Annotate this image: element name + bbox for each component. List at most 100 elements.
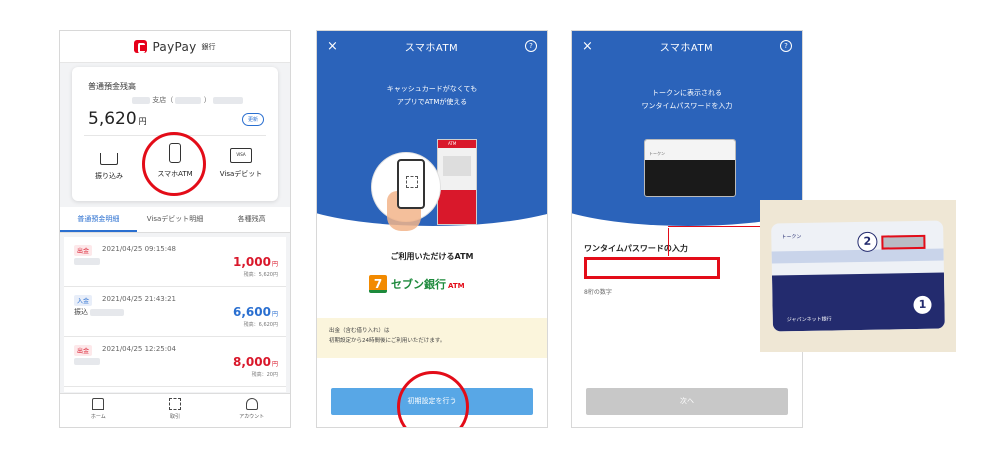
screen-title: スマホATM bbox=[404, 42, 459, 54]
txn-type-badge: 出金 bbox=[74, 245, 93, 256]
branch-close: ） bbox=[203, 96, 211, 104]
txn-desc: 振込 bbox=[74, 307, 125, 317]
bottom-navigation: ホーム 取引 アカウント bbox=[60, 393, 290, 427]
notice-line-1: 出金（含む借り入れ）は bbox=[329, 328, 390, 334]
nav-label: ホーム bbox=[90, 414, 106, 420]
nav-account[interactable]: アカウント bbox=[213, 394, 290, 427]
otp-hint: 8桁の数字 bbox=[584, 289, 612, 296]
headline-1: トークンに表示される bbox=[652, 89, 722, 97]
txn-date: 2021/04/25 12:25:04 bbox=[102, 345, 177, 353]
token-label: トークン bbox=[781, 233, 802, 241]
txn-amount: 8,000円 bbox=[233, 355, 278, 369]
seven-atm-text: ATM bbox=[448, 282, 465, 290]
token-card-top: トークン bbox=[645, 140, 735, 160]
help-icon[interactable]: ? bbox=[779, 40, 792, 52]
tab-ordinary-deposit[interactable]: 普通預金明細 bbox=[60, 207, 137, 232]
refresh-button[interactable]: 更新 bbox=[241, 113, 264, 126]
visa-debit-button[interactable]: VISA Visaデビット bbox=[210, 143, 272, 179]
txn-balance: 残高：6,620円 bbox=[243, 322, 278, 328]
seven-bank-name: セブン銀行 ATM bbox=[391, 276, 465, 292]
otp-label: ワンタイムパスワードの入力 bbox=[584, 244, 688, 253]
next-button[interactable]: 次へ bbox=[586, 388, 788, 415]
token-stripe bbox=[771, 248, 944, 264]
token-device: トークン 2 1 ジャパンネット銀行 bbox=[771, 220, 945, 332]
masked-text bbox=[132, 96, 150, 104]
txn-balance: 残高：5,620円 bbox=[243, 272, 278, 278]
masked-text bbox=[74, 357, 100, 365]
top-bar: × スマホATM ? bbox=[317, 31, 547, 61]
amount-value: 6,600 bbox=[233, 305, 271, 319]
txn-desc bbox=[74, 257, 100, 265]
masked-text bbox=[74, 257, 100, 265]
action-label: Visaデビット bbox=[219, 170, 263, 178]
nav-transactions[interactable]: 取引 bbox=[137, 394, 214, 427]
branch-label: 支店（ bbox=[152, 96, 174, 104]
nav-label: 取引 bbox=[170, 414, 181, 420]
amount-unit: 円 bbox=[271, 311, 278, 318]
balance: 5,620 円 bbox=[88, 109, 147, 129]
smartphone-atm-intro-screen: × スマホATM ? キャッシュカードがなくても アプリでATMが使える ATM… bbox=[316, 30, 548, 428]
seven-mark-icon: 7 bbox=[369, 275, 387, 293]
notice-line-2: 初期設定から24時間後にご利用いただけます。 bbox=[329, 338, 446, 344]
bank-home-screen: PayPay 銀行 普通預金残高 支店（ ） 5,620 円 更新 振り込み スマ… bbox=[59, 30, 291, 428]
transaction-row[interactable]: 出金 2021/04/25 12:25:04 8,000円 残高：20円 bbox=[64, 337, 286, 387]
balance-value: 5,620 bbox=[88, 109, 137, 129]
token-card-illustration: トークン bbox=[644, 139, 736, 197]
txn-desc bbox=[74, 357, 100, 365]
otp-input[interactable] bbox=[584, 257, 720, 279]
notice-box: 出金（含む借り入れ）は 初期設定から24時間後にご利用いただけます。 bbox=[317, 318, 547, 358]
desc-text: 振込 bbox=[74, 308, 88, 316]
transaction-row[interactable]: 出金 2021/04/25 09:15:48 1,000円 残高：5,620円 bbox=[64, 237, 286, 287]
highlight-circle bbox=[142, 132, 206, 196]
token-brand: ジャパンネット銀行 bbox=[786, 316, 832, 324]
screen-title: スマホATM bbox=[659, 42, 714, 54]
headline-2: アプリでATMが使える bbox=[396, 98, 468, 106]
app-name: PayPay bbox=[152, 39, 197, 54]
top-bar: × スマホATM ? bbox=[572, 31, 802, 61]
token-display bbox=[881, 234, 926, 250]
txn-type-badge: 入金 bbox=[74, 295, 93, 306]
transaction-list: 出金 2021/04/25 09:15:48 1,000円 残高：5,620円 … bbox=[64, 237, 286, 392]
close-icon[interactable]: × bbox=[582, 39, 593, 54]
tab-bar: 普通預金明細 Visaデビット明細 各種残高 bbox=[60, 207, 290, 233]
visa-card-icon: VISA bbox=[230, 148, 252, 163]
token-card-text: トークン bbox=[649, 151, 665, 156]
close-icon[interactable]: × bbox=[327, 39, 338, 54]
token-photo: トークン 2 1 ジャパンネット銀行 bbox=[760, 200, 956, 352]
phone-scan-icon bbox=[397, 159, 425, 209]
txn-date: 2021/04/25 21:43:21 bbox=[102, 295, 177, 303]
masked-text bbox=[212, 96, 243, 104]
atm-sign: ATM bbox=[448, 141, 457, 146]
atm-base bbox=[438, 190, 476, 224]
grid-icon bbox=[169, 398, 181, 410]
txn-amount: 6,600円 bbox=[233, 305, 278, 319]
tab-balances[interactable]: 各種残高 bbox=[213, 207, 290, 232]
masked-text bbox=[175, 96, 202, 104]
masked-text bbox=[90, 308, 125, 316]
tab-visa-debit[interactable]: Visaデビット明細 bbox=[137, 207, 214, 232]
transfer-icon bbox=[100, 153, 118, 165]
headline-2: ワンタイムパスワードを入力 bbox=[641, 102, 733, 110]
atm-top: ATM bbox=[438, 140, 476, 148]
amount-unit: 円 bbox=[271, 261, 278, 268]
app-header: PayPay 銀行 bbox=[60, 31, 290, 63]
seven-bank-logo: 7 セブン銀行 ATM bbox=[369, 275, 465, 293]
highlight-circle bbox=[397, 371, 469, 427]
transfer-button[interactable]: 振り込み bbox=[78, 143, 140, 181]
amount-value: 8,000 bbox=[233, 355, 271, 369]
txn-amount: 1,000円 bbox=[233, 255, 278, 269]
atm-illustration: ATM bbox=[437, 139, 477, 225]
headline-1: キャッシュカードがなくても bbox=[386, 85, 478, 93]
seven-name-text: セブン銀行 bbox=[391, 278, 446, 291]
txn-balance: 残高：20円 bbox=[251, 372, 278, 378]
connector-line bbox=[668, 228, 669, 256]
nav-home[interactable]: ホーム bbox=[60, 394, 137, 427]
atm-screen bbox=[443, 156, 471, 176]
amount-unit: 円 bbox=[271, 361, 278, 368]
transaction-row[interactable]: 入金 2021/04/25 21:43:21 振込 6,600円 残高：6,62… bbox=[64, 287, 286, 337]
help-icon[interactable]: ? bbox=[524, 40, 537, 52]
paypay-logo-icon bbox=[134, 40, 148, 53]
action-label: 振り込み bbox=[95, 172, 123, 180]
branch-info: 支店（ ） bbox=[132, 95, 243, 105]
nav-label: アカウント bbox=[239, 414, 265, 420]
